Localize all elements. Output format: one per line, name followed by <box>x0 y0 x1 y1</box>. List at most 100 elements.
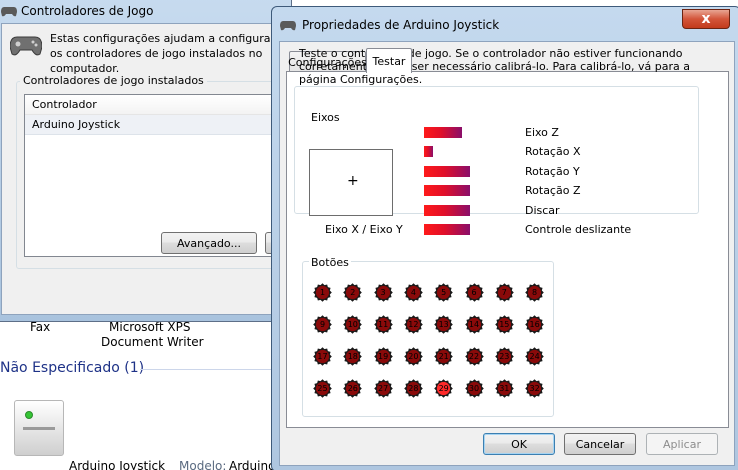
button-number: 4 <box>410 288 416 297</box>
axis-label: Controle deslizante <box>525 223 632 236</box>
axis-level-bar <box>424 127 462 138</box>
joystick-button: 28 <box>404 379 423 398</box>
joystick-button: 1 <box>313 283 332 302</box>
gamepad-icon <box>280 21 296 31</box>
properties-title: Propriedades de Arduino Joystick <box>302 18 500 32</box>
xps-label-line2[interactable]: Document Writer <box>101 335 204 349</box>
axis-level-bar <box>424 185 470 196</box>
joystick-button: 16 <box>525 315 544 334</box>
button-number: 13 <box>438 320 449 329</box>
joystick-button: 14 <box>464 315 484 334</box>
button-number: 16 <box>529 320 540 329</box>
joystick-button: 30 <box>464 379 484 398</box>
game-controllers-description: Estas configurações ajudam a configurar … <box>50 32 275 75</box>
close-button[interactable]: x <box>682 9 730 29</box>
button-number: 10 <box>347 320 358 329</box>
xy-axis-label: Eixo X / Eixo Y <box>325 223 403 236</box>
list-item[interactable]: Arduino Joystick <box>25 115 285 135</box>
close-icon: x <box>701 11 711 27</box>
joystick-button: 15 <box>494 315 514 334</box>
button-number: 32 <box>529 384 540 393</box>
button-number: 24 <box>529 352 540 361</box>
joystick-button: 2 <box>343 283 363 302</box>
tab-testar[interactable]: Testar <box>366 48 412 73</box>
joystick-button: 11 <box>373 315 393 334</box>
installed-controllers-label: Controladores de jogo instalados <box>20 74 207 87</box>
test-description: Teste o controlador de jogo. Se o contro… <box>299 47 690 86</box>
button-number: 19 <box>378 352 389 361</box>
button-number: 7 <box>501 288 507 297</box>
section-divider <box>140 369 280 370</box>
joystick-button: 19 <box>373 347 393 366</box>
xy-axis-box: + <box>309 149 393 216</box>
game-controllers-window: Controladores de Jogo Estas configuraçõe… <box>0 0 305 322</box>
button-number: 31 <box>499 384 510 393</box>
button-number: 1 <box>319 288 326 297</box>
cancel-button[interactable]: Cancelar <box>564 433 636 455</box>
joystick-button: 25 <box>313 379 332 398</box>
game-controllers-titlebar[interactable]: Controladores de Jogo <box>1 1 153 21</box>
properties-titlebar[interactable]: Propriedades de Arduino Joystick <box>280 15 499 35</box>
list-header-controller[interactable]: Controlador <box>25 95 285 115</box>
unspecified-section-title[interactable]: Não Especificado (1) <box>0 360 144 376</box>
button-number: 29 <box>438 384 449 393</box>
joystick-button: 26 <box>343 379 363 398</box>
button-number: 6 <box>471 288 477 297</box>
joystick-button: 27 <box>373 379 393 398</box>
button-number: 14 <box>468 320 480 329</box>
button-number: 20 <box>408 352 419 361</box>
button-number: 21 <box>438 352 449 361</box>
button-number: 2 <box>350 288 356 297</box>
joystick-button: 17 <box>313 347 332 366</box>
button-number: 18 <box>347 352 358 361</box>
joystick-button: 5 <box>434 283 453 302</box>
device-model-label: Modelo: <box>179 459 227 470</box>
device-slot <box>23 427 55 430</box>
apply-button[interactable]: Aplicar <box>646 433 718 455</box>
button-number: 28 <box>408 384 419 393</box>
axis-label: Discar <box>525 204 560 217</box>
device-icon[interactable] <box>14 400 64 456</box>
axis-level-bar <box>424 166 470 177</box>
axes-group-label: Eixos <box>309 111 342 124</box>
axis-label: Rotação Z <box>525 184 581 197</box>
button-number: 9 <box>319 320 326 329</box>
joystick-button: 24 <box>525 347 544 366</box>
joystick-button: 12 <box>404 315 423 334</box>
fax-label[interactable]: Fax <box>30 320 50 334</box>
button-number: 17 <box>317 352 328 361</box>
joystick-button: 31 <box>494 379 514 398</box>
joystick-button: 6 <box>464 283 484 302</box>
joystick-button: 13 <box>434 315 453 334</box>
button-number: 11 <box>378 320 389 329</box>
ok-button[interactable]: OK <box>483 433 555 455</box>
device-name: Arduino Joystick <box>69 459 166 470</box>
button-number: 27 <box>378 384 389 393</box>
device-model-value: Arduino <box>229 459 276 470</box>
axis-label: Rotação X <box>525 145 581 158</box>
buttons-group <box>302 261 554 417</box>
button-number: 23 <box>499 352 510 361</box>
joystick-button: 4 <box>404 283 423 302</box>
joystick-button: 7 <box>494 283 514 302</box>
button-number: 22 <box>468 352 480 361</box>
joystick-button: 22 <box>464 347 484 366</box>
button-number: 25 <box>317 384 328 393</box>
device-led <box>25 411 33 419</box>
joystick-button: 21 <box>434 347 453 366</box>
advanced-button[interactable]: Avançado... <box>161 232 257 254</box>
joystick-button: 9 <box>313 315 332 334</box>
joystick-button: 23 <box>494 347 514 366</box>
joystick-button: 20 <box>404 347 423 366</box>
axis-level-bar <box>424 146 433 157</box>
joystick-button: 10 <box>343 315 363 334</box>
joystick-button: 18 <box>343 347 363 366</box>
button-number: 30 <box>468 384 480 393</box>
button-number: 12 <box>408 320 419 329</box>
crosshair-icon: + <box>347 173 359 189</box>
game-controllers-client: Estas configurações ajudam a configurar … <box>1 23 305 315</box>
button-number: 15 <box>499 320 510 329</box>
axis-level-bar <box>424 205 470 216</box>
xps-label-line1[interactable]: Microsoft XPS <box>109 320 191 334</box>
joystick-button: 8 <box>525 283 544 302</box>
